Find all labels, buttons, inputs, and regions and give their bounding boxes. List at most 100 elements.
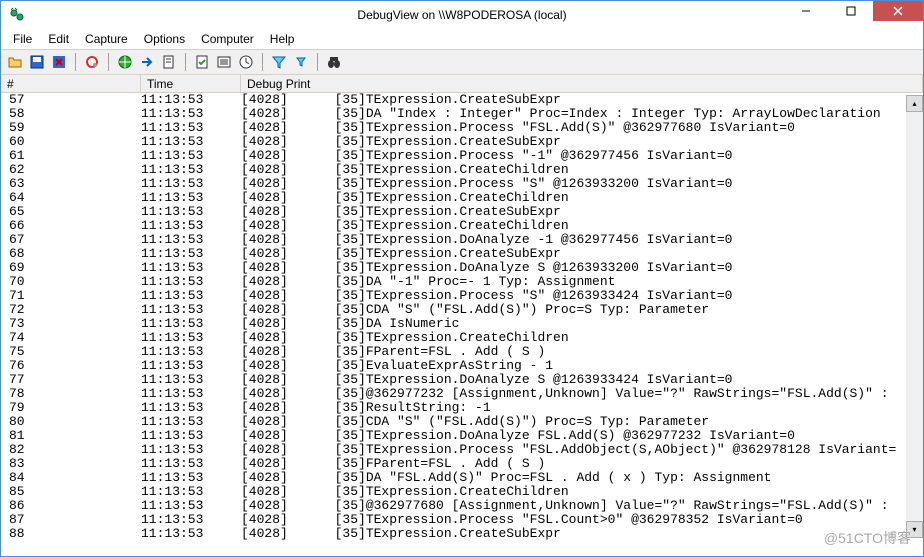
log-row[interactable]: 6711:13:53[4028] [35]TExpression.DoAnaly…: [1, 233, 923, 247]
save-x-icon[interactable]: [49, 52, 69, 72]
funnel-icon[interactable]: [269, 52, 289, 72]
log-row[interactable]: 8411:13:53[4028] [35]DA "FSL.Add(S)" Pro…: [1, 471, 923, 485]
log-row[interactable]: 7211:13:53[4028] [35]CDA "S" ("FSL.Add(S…: [1, 303, 923, 317]
column-header-time[interactable]: Time: [141, 75, 241, 92]
log-row[interactable]: 8011:13:53[4028] [35]CDA "S" ("FSL.Add(S…: [1, 415, 923, 429]
log-row[interactable]: 7811:13:53[4028] [35]@362977232 [Assignm…: [1, 387, 923, 401]
capture-icon[interactable]: [82, 52, 102, 72]
menu-help[interactable]: Help: [262, 30, 303, 48]
row-message: [4028] [35]TExpression.DoAnalyze -1 @362…: [241, 233, 923, 247]
check-doc-icon[interactable]: [192, 52, 212, 72]
log-row[interactable]: 5911:13:53[4028] [35]TExpression.Process…: [1, 121, 923, 135]
toolbar-separator: [262, 53, 263, 71]
open-icon[interactable]: [5, 52, 25, 72]
log-row[interactable]: 6811:13:53[4028] [35]TExpression.CreateS…: [1, 247, 923, 261]
column-header-print[interactable]: Debug Print: [241, 75, 923, 92]
log-row[interactable]: 6911:13:53[4028] [35]TExpression.DoAnaly…: [1, 261, 923, 275]
row-number: 71: [1, 289, 141, 303]
log-row[interactable]: 8811:13:53[4028] [35]TExpression.CreateS…: [1, 527, 923, 541]
row-time: 11:13:53: [141, 275, 241, 289]
row-time: 11:13:53: [141, 205, 241, 219]
row-message: [4028] [35]DA "Index : Integer" Proc=Ind…: [241, 107, 923, 121]
column-header-num[interactable]: #: [1, 75, 141, 92]
toolbar-separator: [108, 53, 109, 71]
row-number: 81: [1, 429, 141, 443]
vertical-scrollbar[interactable]: ▴ ▾: [906, 95, 923, 538]
log-row[interactable]: 6111:13:53[4028] [35]TExpression.Process…: [1, 149, 923, 163]
maximize-button[interactable]: [828, 1, 873, 21]
list-icon[interactable]: [214, 52, 234, 72]
row-number: 60: [1, 135, 141, 149]
row-message: [4028] [35]TExpression.CreateChildren: [241, 331, 923, 345]
arrow-right-icon[interactable]: [137, 52, 157, 72]
log-list[interactable]: 5711:13:53[4028] [35]TExpression.CreateS…: [1, 93, 923, 541]
row-message: [4028] [35]TExpression.CreateChildren: [241, 163, 923, 177]
row-time: 11:13:53: [141, 93, 241, 107]
log-row[interactable]: 6511:13:53[4028] [35]TExpression.CreateS…: [1, 205, 923, 219]
note-icon[interactable]: [159, 52, 179, 72]
menu-file[interactable]: File: [5, 30, 40, 48]
log-row[interactable]: 8611:13:53[4028] [35]@362977680 [Assignm…: [1, 499, 923, 513]
row-message: [4028] [35]TExpression.DoAnalyze S @1263…: [241, 261, 923, 275]
log-row[interactable]: 6211:13:53[4028] [35]TExpression.CreateC…: [1, 163, 923, 177]
row-number: 80: [1, 415, 141, 429]
log-row[interactable]: 6411:13:53[4028] [35]TExpression.CreateC…: [1, 191, 923, 205]
row-time: 11:13:53: [141, 303, 241, 317]
log-row[interactable]: 7311:13:53[4028] [35]DA IsNumeric: [1, 317, 923, 331]
scroll-track[interactable]: [906, 112, 923, 521]
row-number: 78: [1, 387, 141, 401]
row-number: 65: [1, 205, 141, 219]
row-message: [4028] [35]TExpression.CreateSubExpr: [241, 527, 923, 541]
row-time: 11:13:53: [141, 191, 241, 205]
log-row[interactable]: 8711:13:53[4028] [35]TExpression.Process…: [1, 513, 923, 527]
menu-options[interactable]: Options: [136, 30, 193, 48]
menu-capture[interactable]: Capture: [77, 30, 136, 48]
log-row[interactable]: 7511:13:53[4028] [35]FParent=FSL . Add (…: [1, 345, 923, 359]
menu-edit[interactable]: Edit: [40, 30, 77, 48]
row-message: [4028] [35]CDA "S" ("FSL.Add(S)") Proc=S…: [241, 415, 923, 429]
row-message: [4028] [35]TExpression.Process "FSL.AddO…: [241, 443, 923, 457]
save-icon[interactable]: [27, 52, 47, 72]
binoculars-icon[interactable]: [324, 52, 344, 72]
row-number: 79: [1, 401, 141, 415]
toolbar-separator: [317, 53, 318, 71]
log-row[interactable]: 6311:13:53[4028] [35]TExpression.Process…: [1, 177, 923, 191]
row-number: 72: [1, 303, 141, 317]
log-row[interactable]: 7011:13:53[4028] [35]DA "-1" Proc=- 1 Ty…: [1, 275, 923, 289]
globe-icon[interactable]: [115, 52, 135, 72]
row-time: 11:13:53: [141, 471, 241, 485]
funnel-small-icon[interactable]: [291, 52, 311, 72]
log-row[interactable]: 7611:13:53[4028] [35]EvaluateExprAsStrin…: [1, 359, 923, 373]
row-number: 74: [1, 331, 141, 345]
log-row[interactable]: 8211:13:53[4028] [35]TExpression.Process…: [1, 443, 923, 457]
menu-computer[interactable]: Computer: [193, 30, 262, 48]
clock-icon[interactable]: [236, 52, 256, 72]
log-row[interactable]: 8111:13:53[4028] [35]TExpression.DoAnaly…: [1, 429, 923, 443]
log-row[interactable]: 7911:13:53[4028] [35]ResultString: -1: [1, 401, 923, 415]
row-number: 63: [1, 177, 141, 191]
row-message: [4028] [35]TExpression.CreateChildren: [241, 485, 923, 499]
log-row[interactable]: 8311:13:53[4028] [35]FParent=FSL . Add (…: [1, 457, 923, 471]
row-time: 11:13:53: [141, 331, 241, 345]
row-time: 11:13:53: [141, 499, 241, 513]
log-row[interactable]: 7711:13:53[4028] [35]TExpression.DoAnaly…: [1, 373, 923, 387]
log-row[interactable]: 6611:13:53[4028] [35]TExpression.CreateC…: [1, 219, 923, 233]
log-row[interactable]: 8511:13:53[4028] [35]TExpression.CreateC…: [1, 485, 923, 499]
close-button[interactable]: [873, 1, 923, 21]
row-number: 82: [1, 443, 141, 457]
scroll-up-icon[interactable]: ▴: [906, 95, 923, 112]
row-message: [4028] [35]TExpression.CreateSubExpr: [241, 135, 923, 149]
row-number: 86: [1, 499, 141, 513]
log-row[interactable]: 5711:13:53[4028] [35]TExpression.CreateS…: [1, 93, 923, 107]
row-number: 70: [1, 275, 141, 289]
log-row[interactable]: 6011:13:53[4028] [35]TExpression.CreateS…: [1, 135, 923, 149]
row-time: 11:13:53: [141, 345, 241, 359]
log-row[interactable]: 7411:13:53[4028] [35]TExpression.CreateC…: [1, 331, 923, 345]
row-message: [4028] [35]DA IsNumeric: [241, 317, 923, 331]
minimize-button[interactable]: [783, 1, 828, 21]
column-headers: # Time Debug Print: [1, 75, 923, 93]
titlebar: DebugView on \\W8PODEROSA (local): [1, 1, 923, 29]
log-row[interactable]: 5811:13:53[4028] [35]DA "Index : Integer…: [1, 107, 923, 121]
log-row[interactable]: 7111:13:53[4028] [35]TExpression.Process…: [1, 289, 923, 303]
row-message: [4028] [35]EvaluateExprAsString - 1: [241, 359, 923, 373]
